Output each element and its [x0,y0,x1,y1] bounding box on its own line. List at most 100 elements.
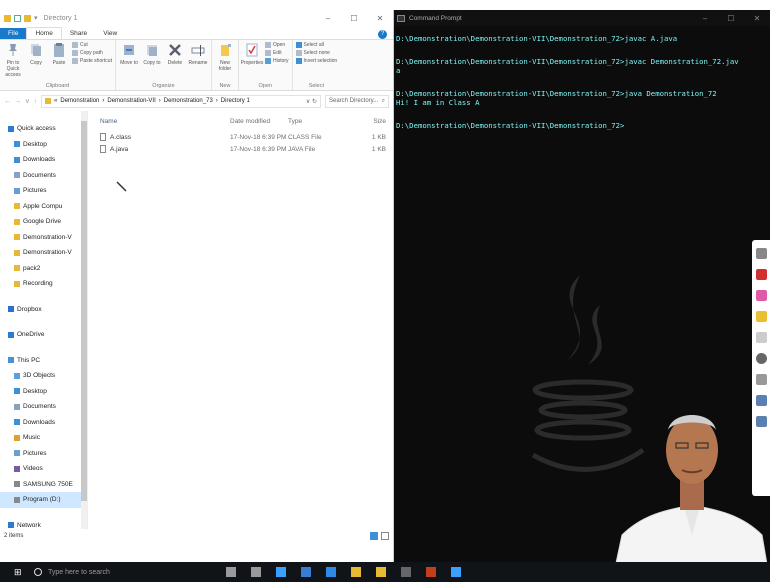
select-none-button[interactable]: Select none [295,50,338,56]
nav-item[interactable]: Documents [0,168,87,184]
nav-item[interactable]: Downloads [0,415,87,431]
breadcrumb-item[interactable]: Demonstration-VII [107,98,155,104]
video-app-icon[interactable] [451,567,461,577]
breadcrumb-item[interactable]: Demonstration_73 [164,98,213,104]
eraser-icon[interactable] [755,353,767,364]
nav-item[interactable]: Demonstration-V [0,230,87,246]
large-icons-view-icon[interactable] [381,532,389,540]
open-group: Properties Open Edit History Open [239,40,293,90]
copy-path-button[interactable]: Copy path [72,50,112,56]
chrome-icon[interactable] [351,567,361,577]
cmd-close-button[interactable]: ✕ [744,14,770,23]
column-date-modified[interactable]: Date modified [230,118,288,125]
nav-item[interactable]: Google Drive [0,214,87,230]
pink-highlighter-icon[interactable] [755,290,767,301]
qa-dropdown-icon[interactable]: ▾ [34,14,38,22]
file-row[interactable]: A.java 17-Nov-18 6:39 PM JAVA File 1 KB [88,143,393,155]
nav-item[interactable]: Videos [0,461,87,477]
help-icon[interactable]: ? [378,30,387,39]
nav-item[interactable]: Program (D:) [0,492,87,508]
nav-item[interactable]: Demonstration-V [0,245,87,261]
properties-button[interactable]: Properties [241,42,263,80]
tab-view[interactable]: View [95,28,125,39]
cortana-icon[interactable] [276,567,286,577]
nav-item[interactable]: OneDrive [0,327,87,343]
nav-item[interactable]: Apple Compu [0,199,87,215]
new-folder-button[interactable]: New folder [215,42,235,80]
nav-item[interactable]: 3D Objects [0,368,87,384]
nav-item[interactable]: SAMSUNG 750E [0,477,87,493]
properties-check-icon[interactable] [14,14,21,22]
column-size[interactable]: Size [352,118,386,125]
paste-shortcut-button[interactable]: Paste shortcut [72,58,112,64]
open-button[interactable]: Open [264,42,289,48]
nav-item[interactable]: Music [0,430,87,446]
nav-item[interactable]: This PC [0,353,87,369]
mic-icon[interactable] [226,567,236,577]
cut-button[interactable]: Cut [72,42,112,48]
select-all-button[interactable]: Select all [295,42,338,48]
rename-button[interactable]: Rename [188,42,208,80]
copy-to-button[interactable]: Copy to [142,42,162,80]
minimize-button[interactable]: – [315,14,341,23]
nav-item[interactable]: Documents [0,399,87,415]
tab-file[interactable]: File [0,28,27,39]
overflow-chevron-icon[interactable]: « [54,98,57,104]
red-pen-icon[interactable] [755,269,767,280]
delete-button[interactable]: Delete [165,42,185,80]
nav-item[interactable]: Dropbox [0,302,87,318]
copy-button[interactable]: Copy [26,42,46,80]
breadcrumb-item[interactable]: Demonstration [60,98,99,104]
tab-home[interactable]: Home [26,27,62,39]
task-view-icon[interactable] [251,567,261,577]
nav-item[interactable]: Pictures [0,446,87,462]
file-row[interactable]: A.class 17-Nov-18 6:39 PM CLASS File 1 KB [88,131,393,143]
column-type[interactable]: Type [288,118,352,125]
nav-scrollbar-thumb[interactable] [81,121,87,501]
new-folder-icon[interactable] [24,14,31,22]
maximize-button[interactable]: ☐ [341,14,367,23]
pin-quick-access-button[interactable]: Pin to Quick access [3,42,23,80]
nav-item[interactable]: Network [0,518,87,530]
nav-item[interactable]: Quick access [0,121,87,137]
nav-item[interactable]: Downloads [0,152,87,168]
tab-share[interactable]: Share [62,28,95,39]
breadcrumb-item[interactable]: Directory 1 [221,98,250,104]
edit-button[interactable]: Edit [264,50,289,56]
history-button[interactable]: History [264,58,289,64]
pointer-icon[interactable] [755,332,767,343]
nav-item[interactable]: pack2 [0,261,87,277]
file-explorer-icon[interactable] [376,567,386,577]
up-arrow-icon[interactable]: ↑ [34,98,37,105]
back-arrow-icon[interactable]: ← [4,98,11,105]
address-dropdown-icon[interactable]: ∨ ↻ [306,98,317,105]
yellow-highlighter-icon[interactable] [755,311,767,322]
taskbar-search[interactable]: Type here to search [30,562,210,582]
powerpoint-icon[interactable] [426,567,436,577]
forward-arrow-icon[interactable]: → [15,98,22,105]
close-button[interactable]: ✕ [367,14,393,23]
store-icon[interactable] [301,567,311,577]
terminal-icon[interactable] [401,567,411,577]
search-box[interactable]: Search Directory... ⌕ [325,94,389,108]
nav-item[interactable]: Pictures [0,183,87,199]
cmd-minimize-button[interactable]: – [692,14,718,23]
nav-item[interactable]: Desktop [0,384,87,400]
invert-selection-button[interactable]: Invert selection [295,58,337,64]
details-view-icon[interactable] [370,532,378,540]
nav-scrollbar[interactable] [81,111,87,529]
console-output[interactable]: D:\Demonstration\Demonstration-VII\Demon… [394,26,770,152]
lines-icon[interactable] [755,374,767,385]
column-name[interactable]: Name [100,118,230,125]
recent-dropdown-icon[interactable]: ∨ [25,97,30,105]
paste-button[interactable]: Paste [49,42,69,80]
nav-item[interactable]: Recording [0,276,87,292]
whiteboard-icon[interactable] [755,248,767,259]
cmd-maximize-button[interactable]: ☐ [718,14,744,23]
nav-item[interactable]: Desktop [0,137,87,153]
windows-start-icon[interactable]: ⊞ [14,567,30,578]
breadcrumb[interactable]: « Demonstration › Demonstration-VII › De… [41,94,321,108]
move-to-button[interactable]: Move to [119,42,139,80]
edge-icon[interactable] [326,567,336,577]
nav-item-label: Program (D:) [23,496,61,504]
